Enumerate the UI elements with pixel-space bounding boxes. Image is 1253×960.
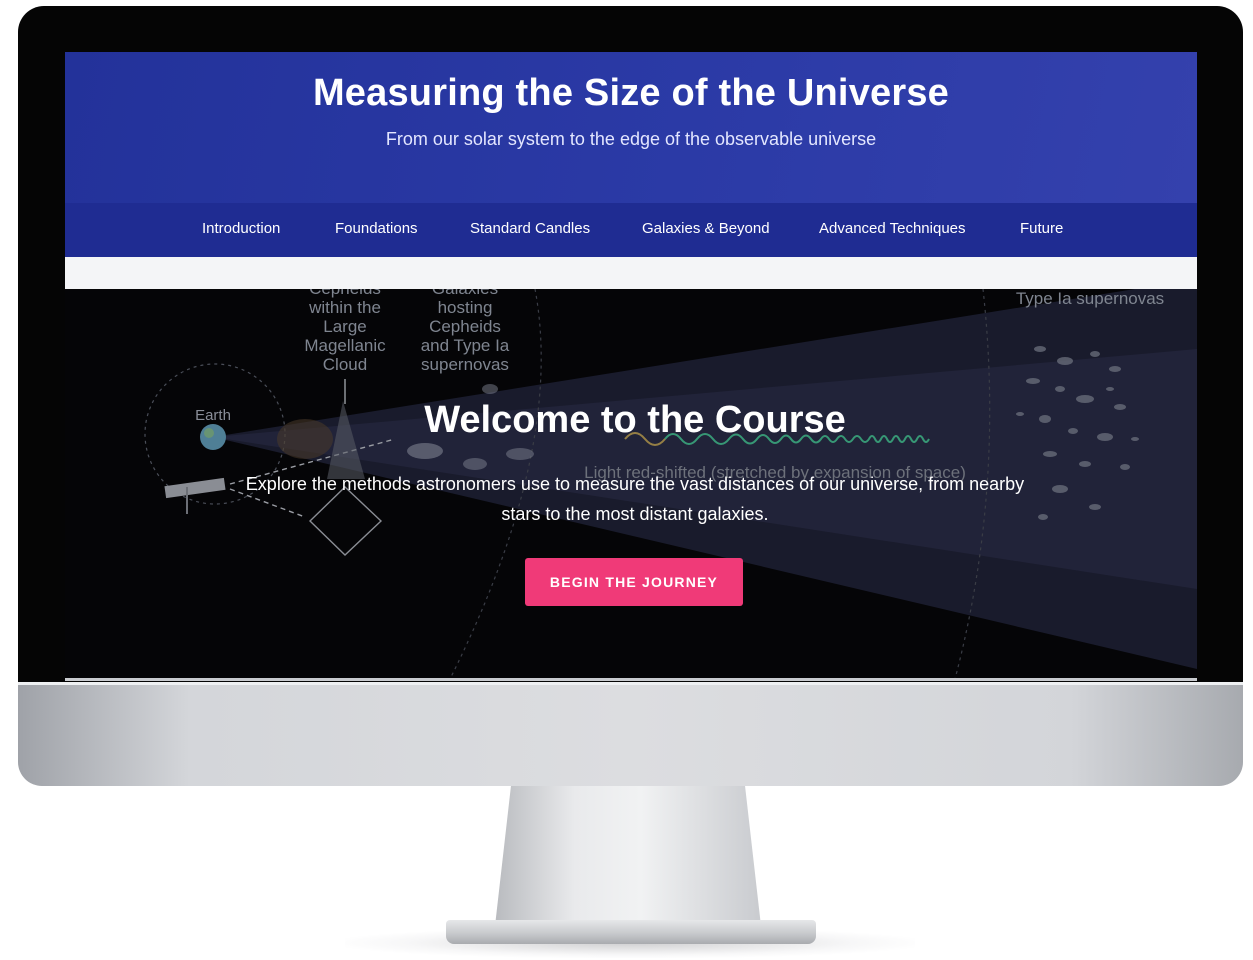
- page-title: Measuring the Size of the Universe: [312, 72, 950, 114]
- monitor-stand-neck: [495, 786, 761, 926]
- nav-divider-strip: [65, 257, 1197, 289]
- hero-section: Cepheids within the Large Magellanic Clo…: [65, 289, 1197, 679]
- hero-description: Explore the methods astronomers use to m…: [245, 474, 1025, 524]
- nav-advanced-techniques[interactable]: Advanced Techniques: [819, 220, 966, 237]
- monitor-stand-foot: [446, 920, 816, 944]
- nav-standard-candles[interactable]: Standard Candles: [470, 220, 590, 237]
- galaxy-dot: [482, 384, 498, 394]
- nav-future[interactable]: Future: [1020, 220, 1063, 237]
- nav-introduction[interactable]: Introduction: [202, 220, 280, 237]
- nav-foundations[interactable]: Foundations: [335, 220, 418, 237]
- main-nav: Introduction Foundations Standard Candle…: [65, 203, 1197, 257]
- screen-bottom-edge: [65, 678, 1197, 681]
- site-header: Measuring the Size of the Universe From …: [65, 52, 1197, 203]
- monitor-screen: Measuring the Size of the Universe From …: [65, 52, 1197, 679]
- hero-title: Welcome to the Course: [424, 399, 846, 441]
- monitor-chin: [18, 682, 1243, 786]
- telescope-icon: [164, 477, 226, 499]
- galaxy-dot: [506, 448, 534, 460]
- begin-journey-button[interactable]: BEGIN THE JOURNEY: [525, 558, 743, 606]
- nav-galaxies-beyond[interactable]: Galaxies & Beyond: [642, 220, 770, 237]
- galaxy-dot: [407, 443, 443, 459]
- galaxies-cepheids-label: Galaxies hosting Cepheids and Type Ia su…: [420, 289, 510, 374]
- supernovas-label: Type Ia supernovas: [1015, 289, 1165, 308]
- cepheids-lmc-label: Cepheids within the Large Magellanic Clo…: [304, 289, 386, 374]
- page-subtitle: From our solar system to the edge of the…: [385, 129, 877, 149]
